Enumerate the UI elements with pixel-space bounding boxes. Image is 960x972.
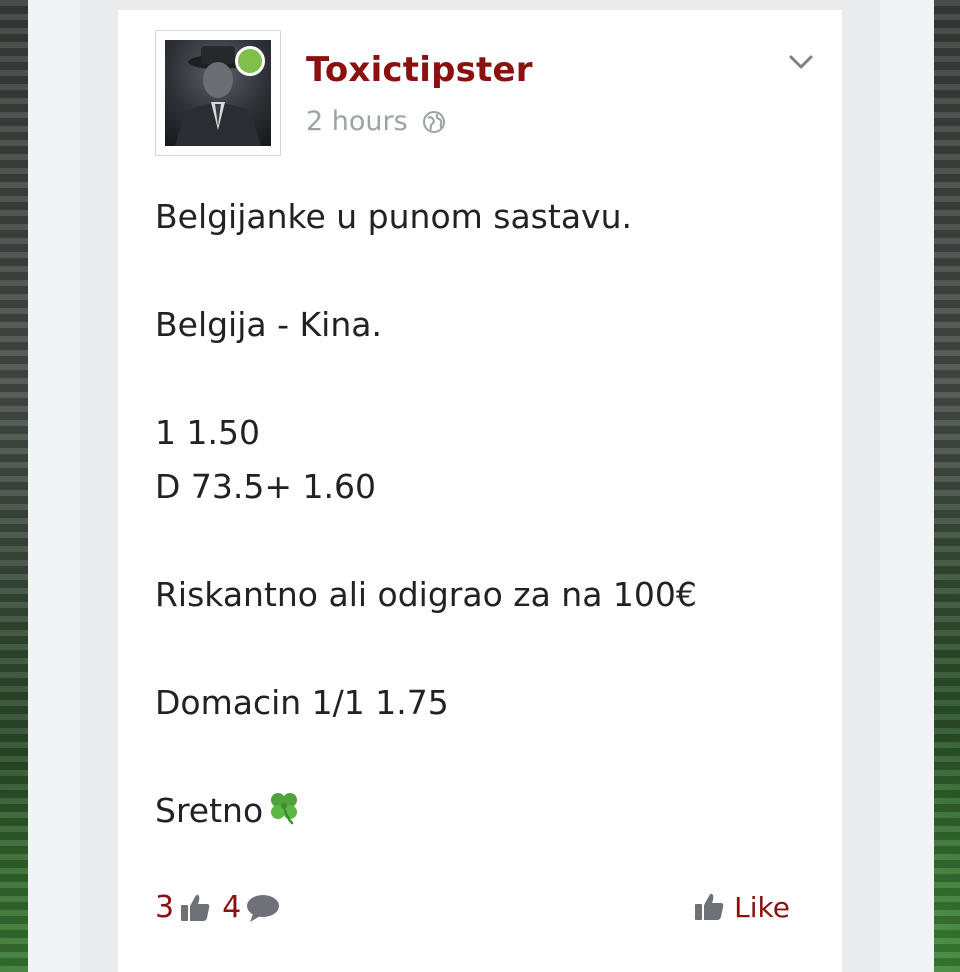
post-time[interactable]: 2 hours: [306, 106, 408, 137]
post-line: Belgijanke u punom sastavu.: [155, 197, 632, 236]
post-options-chevron-down-icon[interactable]: [786, 50, 816, 74]
post-line-last: Sretno: [155, 784, 795, 838]
comment-bubble-icon[interactable]: [245, 892, 281, 924]
reactions-count[interactable]: 3: [155, 890, 174, 925]
online-status-dot: [235, 46, 265, 76]
like-label: Like: [734, 890, 790, 924]
post-line: D 73.5+ 1.60: [155, 467, 376, 506]
thumbs-up-icon[interactable]: [178, 891, 212, 925]
post-stats: 3 4: [155, 890, 281, 925]
post-line: 1 1.50: [155, 413, 260, 452]
post-text: Belgijanke u punom sastavu. Belgija - Ki…: [155, 190, 795, 838]
post-line: Belgija - Kina.: [155, 305, 382, 344]
background-stands-left: [0, 0, 28, 972]
comments-count[interactable]: 4: [222, 890, 241, 925]
author-avatar[interactable]: [155, 30, 281, 156]
post-line-blank: [155, 622, 795, 676]
author-name[interactable]: Toxictipster: [306, 50, 533, 90]
post-line-blank: [155, 730, 795, 784]
post-line-blank: [155, 352, 795, 406]
post-card: Toxictipster 2 hours Belgijanke u punom …: [118, 10, 842, 972]
post-footer: 3 4 Like: [155, 890, 815, 950]
post-line: Riskantno ali odigrao za na 100€: [155, 575, 697, 614]
post-line-text: Sretno: [155, 791, 264, 830]
post-line-blank: [155, 244, 795, 298]
like-button[interactable]: Like: [692, 890, 790, 924]
four-leaf-clover-icon: [265, 788, 303, 842]
post-line-blank: [155, 514, 795, 568]
post-meta: 2 hours: [306, 106, 446, 137]
background-stands-right: [934, 0, 960, 972]
globe-icon: [422, 110, 446, 134]
post-line: Domacin 1/1 1.75: [155, 683, 449, 722]
thumbs-up-icon: [692, 890, 726, 924]
